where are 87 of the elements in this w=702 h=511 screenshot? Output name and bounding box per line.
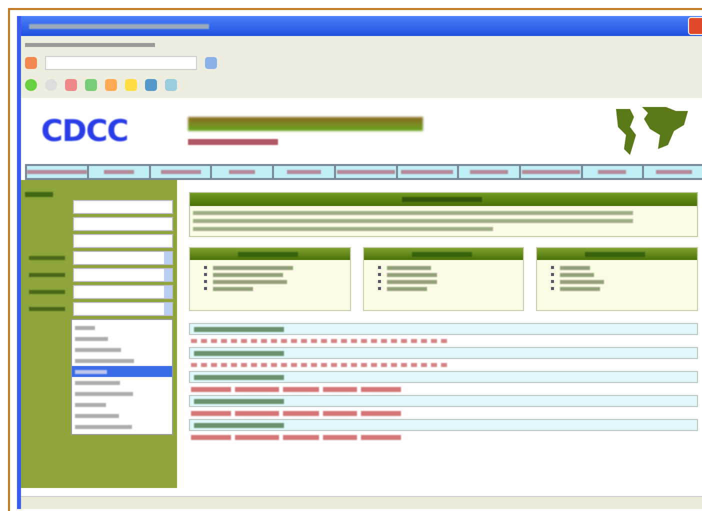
bullet-icon [551, 287, 554, 290]
nav-tab[interactable] [336, 166, 396, 178]
bullet-icon [204, 280, 207, 283]
illegible-text [75, 358, 134, 362]
bullet-icon [204, 273, 207, 276]
illegible-text [75, 424, 132, 428]
address-field[interactable] [45, 56, 197, 70]
illegible-text [386, 266, 431, 270]
illegible-text [75, 336, 108, 340]
illegible-text [283, 434, 319, 440]
illegible-text [75, 392, 133, 396]
illegible-text [229, 170, 256, 174]
illegible-text [191, 386, 231, 392]
illegible-text [191, 410, 231, 416]
nav-tab[interactable] [274, 166, 334, 178]
illegible-text [522, 170, 580, 174]
illegible-text [235, 410, 279, 416]
site-logo[interactable]: CDCC [41, 114, 128, 148]
bullet-icon [378, 287, 381, 290]
nav-tab[interactable] [644, 166, 702, 178]
illegible-text [283, 410, 319, 416]
illegible-text [323, 410, 357, 416]
illegible-text [29, 307, 65, 311]
dropdown-field[interactable] [73, 285, 173, 299]
dropdown-option[interactable] [72, 366, 172, 377]
bullet-icon [378, 273, 381, 276]
illegible-text [235, 386, 279, 392]
bullet-icon [378, 266, 381, 269]
bullet-icon [204, 287, 207, 290]
illegible-text [560, 266, 590, 270]
illegible-text [75, 348, 121, 352]
nav-tab[interactable] [459, 166, 519, 178]
illegible-text [361, 434, 401, 440]
input-field[interactable] [73, 234, 173, 248]
bullet-icon [551, 273, 554, 276]
illegible-text [560, 272, 594, 276]
illegible-text [29, 256, 65, 260]
illegible-text [104, 170, 134, 174]
illegible-text [361, 386, 401, 392]
illegible-text [238, 252, 298, 256]
bullet-icon [378, 280, 381, 283]
nav-tab[interactable] [27, 166, 87, 178]
nav-tab[interactable] [150, 166, 210, 178]
dropdown-field[interactable] [73, 302, 173, 316]
illegible-text [25, 192, 53, 198]
illegible-text [323, 434, 357, 440]
nav-tab[interactable] [398, 166, 458, 178]
illegible-text [598, 170, 626, 174]
dropdown-field[interactable] [73, 251, 173, 265]
illegible-text [75, 370, 107, 374]
illegible-text [336, 170, 395, 174]
illegible-text [213, 272, 283, 276]
input-field[interactable] [73, 217, 173, 231]
illegible-text [283, 386, 319, 392]
nav-tab[interactable] [89, 166, 149, 178]
illegible-text [470, 170, 508, 174]
illegible-text [560, 280, 604, 284]
nav-tab[interactable] [582, 166, 642, 178]
illegible-text [75, 326, 95, 330]
illegible-text [560, 286, 600, 290]
illegible-text [323, 386, 357, 392]
illegible-text [412, 252, 472, 256]
bullet-icon [204, 266, 207, 269]
dropdown-field[interactable] [73, 268, 173, 282]
illegible-text [656, 170, 692, 174]
illegible-text [213, 286, 253, 290]
illegible-text [386, 272, 437, 276]
bullet-icon [551, 280, 554, 283]
nav-tab[interactable] [520, 166, 581, 178]
illegible-text [386, 286, 427, 290]
nav-tab[interactable] [212, 166, 272, 178]
illegible-text [401, 170, 454, 174]
illegible-text [286, 170, 321, 174]
illegible-text [29, 273, 65, 277]
illegible-text [235, 434, 279, 440]
illegible-text [27, 170, 87, 174]
illegible-text [361, 410, 401, 416]
bullet-icon [551, 266, 554, 269]
illegible-text [191, 434, 231, 440]
illegible-text [160, 170, 201, 174]
illegible-text [386, 280, 437, 284]
illegible-text [29, 290, 65, 294]
illegible-text [75, 402, 106, 406]
input-field[interactable] [73, 200, 173, 214]
illegible-text [585, 252, 646, 256]
illegible-text [75, 380, 120, 384]
illegible-text [75, 414, 119, 418]
